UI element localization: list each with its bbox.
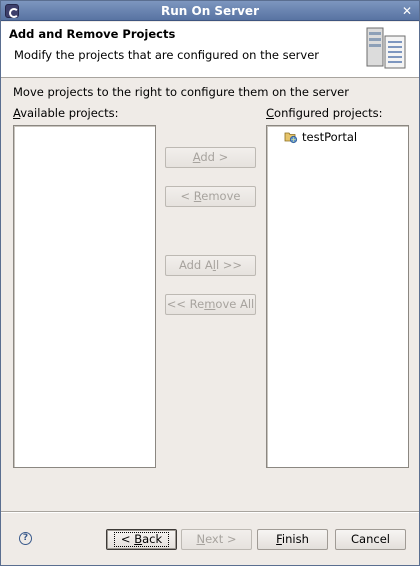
add-button[interactable]: Add >	[165, 147, 256, 168]
available-label-rest: vailable projects:	[20, 106, 119, 120]
add-all-label-pre: Add A	[178, 258, 213, 272]
instructions-text: Move projects to the right to configure …	[13, 85, 349, 99]
add-all-button[interactable]: Add All >>	[165, 255, 256, 276]
configured-label-rest: onfigured projects:	[274, 106, 383, 120]
list-item-testportal[interactable]: testPortal	[284, 129, 357, 145]
next-mnemonic: N	[196, 532, 206, 546]
remove-label-post: emove	[201, 189, 241, 203]
configured-mnemonic: C	[266, 106, 275, 120]
list-item-label: testPortal	[302, 130, 358, 144]
remove-all-mnemonic: m	[204, 297, 216, 311]
add-all-label-post: l >>	[215, 258, 243, 272]
cancel-button[interactable]: Cancel	[335, 529, 406, 550]
close-icon[interactable]: ✕	[400, 4, 414, 18]
page-title: Add and Remove Projects	[9, 27, 176, 41]
title-bar[interactable]: Run On Server ✕	[1, 1, 419, 21]
remove-all-label-post: ove All	[215, 297, 255, 311]
wizard-banner: Add and Remove Projects Modify the proje…	[1, 22, 419, 78]
available-projects-label: Available projects:	[13, 106, 119, 120]
remove-all-label-pre: << Re	[166, 297, 205, 311]
configured-projects-list[interactable]: testPortal	[266, 125, 409, 468]
footer-separator	[1, 511, 419, 513]
next-label-post: ext >	[205, 532, 237, 546]
back-label-post: ack	[142, 532, 163, 546]
server-icon	[366, 27, 406, 69]
back-label-pre: <	[120, 532, 135, 546]
available-projects-list[interactable]	[13, 125, 156, 468]
page-description: Modify the projects that are configured …	[14, 48, 320, 62]
configured-projects-label: Configured projects:	[266, 106, 382, 120]
remove-button[interactable]: < Remove	[165, 186, 256, 207]
add-label-post: dd >	[200, 150, 229, 164]
project-icon	[284, 132, 298, 144]
back-button[interactable]: < Back	[106, 529, 177, 550]
window-title: Run On Server	[160, 4, 259, 18]
next-button[interactable]: Next >	[181, 529, 252, 550]
help-icon[interactable]: ?	[19, 532, 32, 545]
finish-label-post: inish	[281, 532, 309, 546]
remove-label-pre: <	[180, 189, 194, 203]
finish-button[interactable]: Finish	[257, 529, 328, 550]
remove-all-button[interactable]: << Remove All	[165, 294, 256, 315]
back-focus-ring: < Back	[113, 532, 170, 547]
run-on-server-dialog: Run On Server ✕ Add and Remove Projects …	[0, 0, 420, 566]
back-mnemonic: B	[134, 532, 143, 546]
